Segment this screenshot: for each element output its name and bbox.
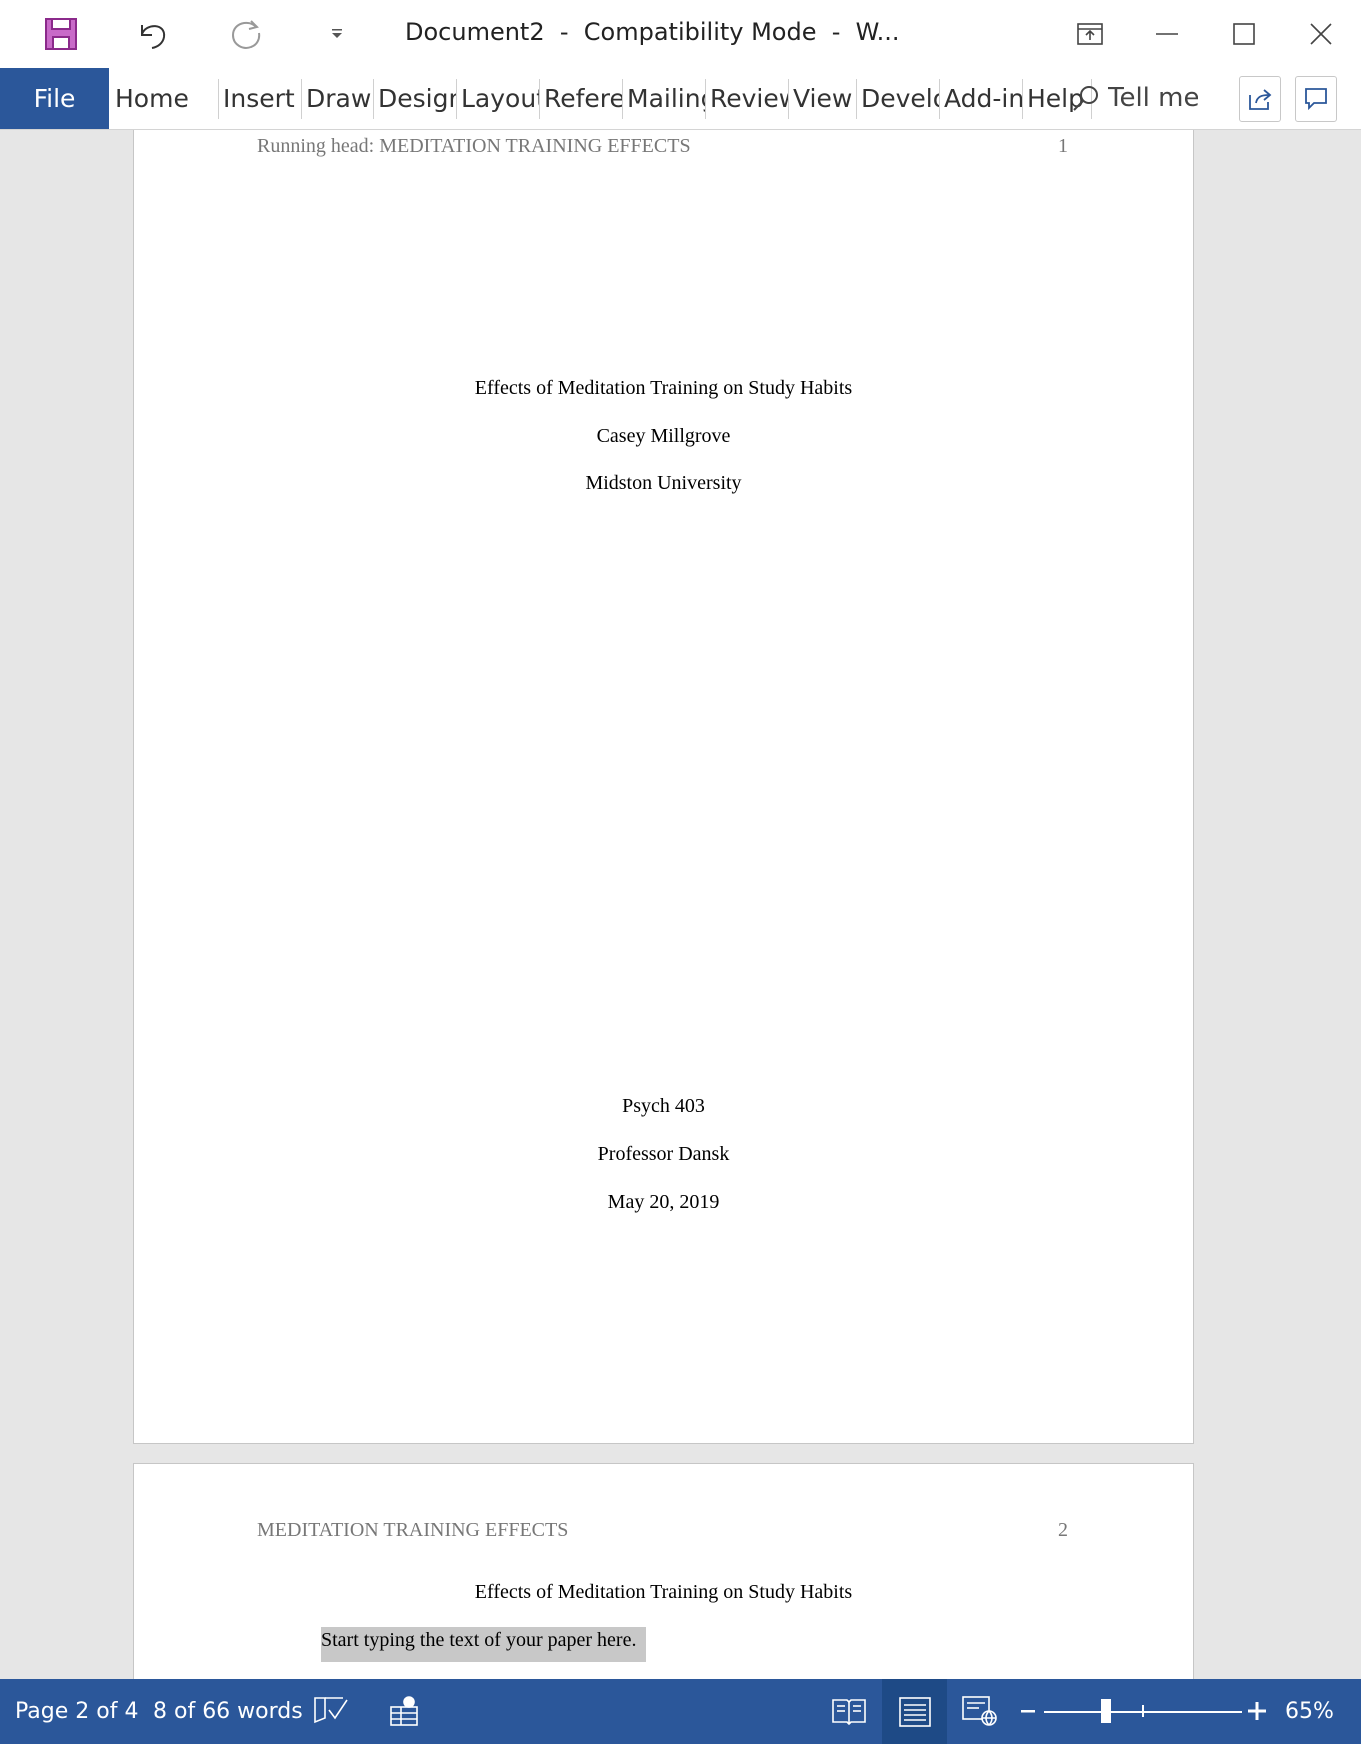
running-head: Running head: MEDITATION TRAINING EFFECT… [257, 135, 691, 157]
tell-me-label: Tell me [1108, 83, 1198, 113]
tab-add-ins[interactable]: Add-ins [940, 78, 1023, 119]
tab-draw[interactable]: Draw [302, 78, 374, 119]
tab-mailings[interactable]: Mailings [623, 78, 706, 119]
tab-file[interactable]: File [0, 68, 109, 129]
page-2[interactable]: MEDITATION TRAINING EFFECTS 2 Effects of… [133, 1463, 1194, 1679]
document-title: Document2 - Compatibility Mode - W... [405, 18, 900, 46]
page-indicator[interactable]: Page 2 of 4 [15, 1699, 138, 1724]
customize-quick-access-icon[interactable] [313, 10, 361, 58]
undo-icon[interactable] [129, 10, 177, 58]
proofing-icon[interactable] [310, 1691, 354, 1731]
share-icon [1249, 89, 1272, 110]
read-mode-icon[interactable] [827, 1691, 871, 1731]
tab-references[interactable]: References [540, 78, 623, 119]
ribbon-tabs: File Home Insert Draw Design Layout Refe… [0, 68, 1361, 130]
institution: Midston University [585, 472, 742, 494]
professor: Professor Dansk [597, 1143, 730, 1165]
save-icon[interactable] [37, 10, 85, 58]
course: Psych 403 [622, 1095, 705, 1117]
close-icon[interactable] [1295, 8, 1347, 60]
zoom-in-button[interactable] [1235, 1691, 1279, 1731]
tab-review[interactable]: Review [706, 78, 789, 119]
ribbon-display-options-icon[interactable] [1064, 8, 1116, 60]
tab-layout[interactable]: Layout [457, 78, 540, 119]
web-layout-icon[interactable] [958, 1691, 1002, 1731]
tab-design[interactable]: Design [374, 78, 457, 119]
page-number: 2 [1058, 1519, 1068, 1541]
maximize-icon[interactable] [1218, 8, 1270, 60]
tab-developer[interactable]: Developer [857, 78, 940, 119]
page-1[interactable]: Running head: MEDITATION TRAINING EFFECT… [133, 130, 1194, 1444]
document-area[interactable]: Running head: MEDITATION TRAINING EFFECT… [0, 130, 1361, 1679]
title-bar: Document2 - Compatibility Mode - W... [0, 0, 1361, 69]
redo-icon[interactable] [222, 10, 270, 58]
tell-me-search[interactable]: Tell me [1072, 78, 1198, 118]
zoom-slider-midpoint [1142, 1705, 1144, 1717]
page-number: 1 [1058, 135, 1068, 157]
tab-home[interactable]: Home [111, 78, 219, 119]
accessibility-icon[interactable] [382, 1691, 426, 1731]
zoom-level[interactable]: 65% [1285, 1699, 1334, 1724]
paper-title: Effects of Meditation Training on Study … [474, 1581, 853, 1603]
tab-list: Home Insert Draw Design Layout Reference… [111, 68, 1092, 129]
status-bar: Page 2 of 4 8 of 66 words 65% [0, 1679, 1361, 1744]
word-count[interactable]: 8 of 66 words [153, 1699, 303, 1724]
author-name: Casey Millgrove [596, 425, 731, 447]
share-button[interactable] [1239, 76, 1281, 122]
search-icon [1073, 86, 1098, 111]
minimize-icon[interactable] [1141, 8, 1193, 60]
tab-insert[interactable]: Insert [219, 78, 302, 119]
zoom-slider-thumb[interactable] [1101, 1699, 1111, 1723]
date: May 20, 2019 [607, 1191, 720, 1213]
running-head: MEDITATION TRAINING EFFECTS [257, 1519, 569, 1541]
tab-view[interactable]: View [789, 78, 857, 119]
body-placeholder[interactable]: Start typing the text of your paper here… [321, 1627, 647, 1662]
print-layout-icon[interactable] [882, 1679, 947, 1744]
comments-button[interactable] [1295, 76, 1337, 122]
comment-icon [1305, 88, 1327, 111]
paper-title: Effects of Meditation Training on Study … [474, 377, 853, 399]
